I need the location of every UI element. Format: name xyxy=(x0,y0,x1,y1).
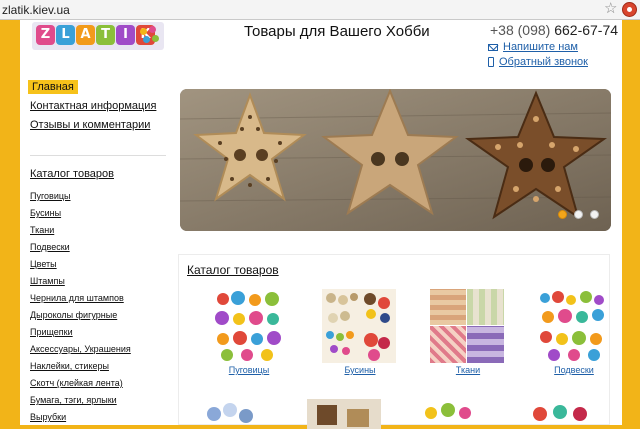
logo-letter: T xyxy=(96,25,115,45)
phone-icon xyxy=(488,57,494,67)
category-link[interactable]: Скотч (клейкая лента) xyxy=(30,378,123,388)
category-link[interactable]: Штампы xyxy=(30,276,65,286)
logo-buttons-icon xyxy=(140,26,160,46)
product-pendants-image xyxy=(536,289,610,363)
site-title: Товары для Вашего Хобби xyxy=(244,23,430,40)
mail-icon xyxy=(488,43,498,51)
slider-dot[interactable] xyxy=(574,210,583,219)
category-link[interactable]: Чернила для штампов xyxy=(30,293,124,303)
site-logo[interactable]: ZLATIK xyxy=(32,22,164,50)
category-link[interactable]: Пуговицы xyxy=(30,191,71,201)
menu-item-contacts[interactable]: Контактная информация xyxy=(30,100,156,112)
product-beads-label[interactable]: Бусины xyxy=(322,365,398,375)
logo-letter: Z xyxy=(36,25,55,45)
address-bar[interactable]: zlatik.kiev.ua ☆ xyxy=(0,0,640,20)
product-pendants[interactable]: Подвески xyxy=(536,289,612,375)
product-beads-image xyxy=(322,289,396,363)
callback-label: Обратный звонок xyxy=(499,56,588,68)
category-link[interactable]: Наклейки, стикеры xyxy=(30,361,109,371)
logo-letter: A xyxy=(76,25,95,45)
category-link[interactable]: Вырубки xyxy=(30,412,66,422)
slider-image xyxy=(180,89,611,231)
category-link[interactable]: Подвески xyxy=(30,242,70,252)
category-link[interactable]: Бусины xyxy=(30,208,61,218)
url-text[interactable]: zlatik.kiev.ua xyxy=(2,3,70,17)
menu-item-home[interactable]: Главная xyxy=(28,80,78,94)
write-us-label: Напишите нам xyxy=(503,41,578,53)
write-us-link[interactable]: Напишите нам xyxy=(488,41,578,53)
logo-letter: L xyxy=(56,25,75,45)
product-buttons-label[interactable]: Пуговицы xyxy=(211,365,287,375)
product-fabrics[interactable]: Ткани xyxy=(430,289,506,375)
extension-icon[interactable] xyxy=(622,2,637,17)
callback-link[interactable]: Обратный звонок xyxy=(488,56,588,68)
category-link[interactable]: Бумага, тэги, ярлыки xyxy=(30,395,117,405)
star-icon[interactable]: ☆ xyxy=(604,1,617,17)
product-pendants-label[interactable]: Подвески xyxy=(536,365,612,375)
sidebar-divider xyxy=(30,155,166,156)
sidebar-catalog-title[interactable]: Каталог товаров xyxy=(30,168,114,180)
catalog-panel: Каталог товаров Пуговицы Бусины Ткани По… xyxy=(178,254,612,429)
logo-letter: I xyxy=(116,25,135,45)
product-buttons-image xyxy=(211,289,285,363)
phone-digits: 662-67-74 xyxy=(554,22,619,38)
hero-slider[interactable] xyxy=(180,89,611,231)
phone-number: +38 (098) 662-67-74 xyxy=(490,22,618,38)
product-fabrics-image xyxy=(430,289,504,363)
category-link[interactable]: Прищепки xyxy=(30,327,73,337)
slider-dot[interactable] xyxy=(590,210,599,219)
page-content: ZLATIK Товары для Вашего Хобби +38 (098)… xyxy=(20,20,622,429)
category-link[interactable]: Цветы xyxy=(30,259,57,269)
slider-pagination xyxy=(558,210,599,219)
menu-item-reviews[interactable]: Отзывы и комментарии xyxy=(30,119,150,131)
phone-code: +38 (098) xyxy=(490,22,551,38)
category-link[interactable]: Дыроколы фигурные xyxy=(30,310,117,320)
product-beads[interactable]: Бусины xyxy=(322,289,398,375)
slider-dot[interactable] xyxy=(558,210,567,219)
logo-wordmark: ZLATIK xyxy=(36,25,155,45)
category-link[interactable]: Аксессуары, Украшения xyxy=(30,344,131,354)
product-buttons[interactable]: Пуговицы xyxy=(211,289,287,375)
product-fabrics-label[interactable]: Ткани xyxy=(430,365,506,375)
category-link[interactable]: Ткани xyxy=(30,225,54,235)
catalog-title[interactable]: Каталог товаров xyxy=(187,263,279,277)
